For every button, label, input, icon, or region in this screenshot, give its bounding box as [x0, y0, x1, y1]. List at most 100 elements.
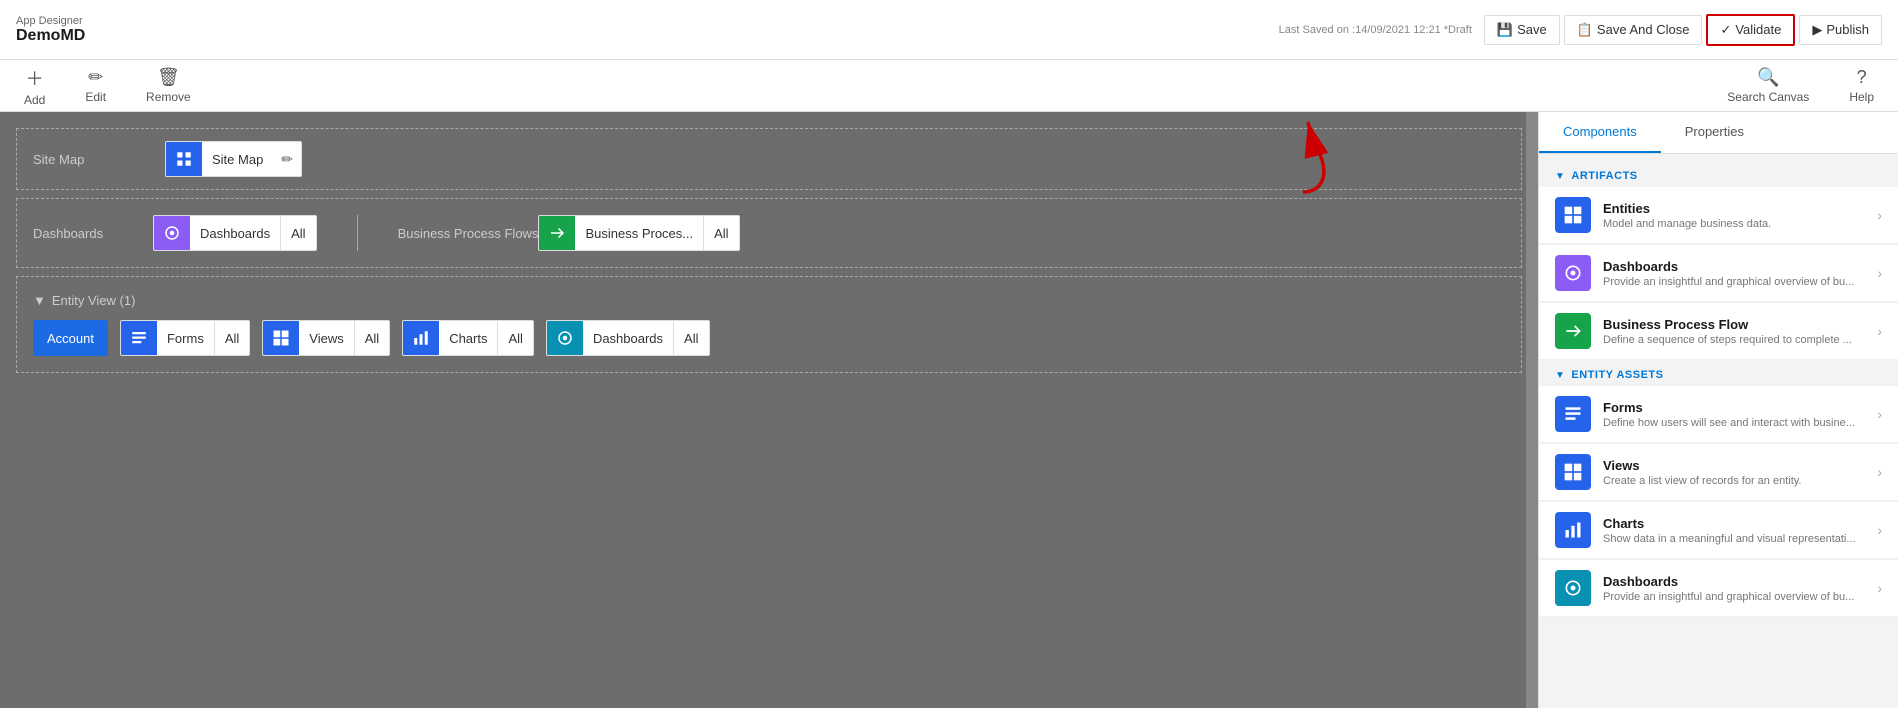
section-divider — [357, 215, 358, 251]
panel-item-forms[interactable]: Forms Define how users will see and inte… — [1539, 386, 1898, 443]
tab-properties[interactable]: Properties — [1661, 112, 1768, 153]
bpf-icon — [539, 215, 575, 251]
panel-item-dashboards[interactable]: Dashboards Provide an insightful and gra… — [1539, 245, 1898, 302]
last-saved-text: Last Saved on :14/09/2021 12:21 *Draft — [1279, 24, 1472, 36]
panel-bpf-chevron-icon: › — [1877, 323, 1882, 339]
views-icon — [263, 320, 299, 356]
toolbar: ＋ Add ✏ Edit 🗑 Remove 🔍 Search Canvas ? … — [0, 60, 1898, 112]
remove-icon: 🗑 — [157, 67, 180, 88]
entity-view-label: Entity View (1) — [52, 293, 136, 308]
panel-views-text: Views Create a list view of records for … — [1603, 458, 1865, 487]
entity-assets-header: ▼ ENTITY ASSETS — [1539, 361, 1898, 385]
panel-views-title: Views — [1603, 458, 1865, 473]
dashboards-icon — [154, 215, 190, 251]
canvas[interactable]: Site Map Site Map ✏ Dashboards — [0, 112, 1538, 708]
bpf-all[interactable]: All — [704, 226, 738, 241]
site-map-edit-icon[interactable]: ✏ — [273, 151, 301, 168]
canvas-scrollbar[interactable] — [1526, 112, 1538, 708]
top-bar: App Designer DemoMD Last Saved on :14/09… — [0, 0, 1898, 60]
views-block[interactable]: Views All — [262, 320, 390, 356]
panel-item-views[interactable]: Views Create a list view of records for … — [1539, 444, 1898, 501]
search-icon: 🔍 — [1757, 67, 1779, 88]
panel-forms-text: Forms Define how users will see and inte… — [1603, 400, 1865, 429]
charts-label: Charts — [439, 331, 497, 346]
tab-components[interactable]: Components — [1539, 112, 1661, 153]
entity-dashboards-label: Dashboards — [583, 331, 673, 346]
panel-entity-dashboards-desc: Provide an insightful and graphical over… — [1603, 591, 1865, 603]
panel-dashboards-text: Dashboards Provide an insightful and gra… — [1603, 259, 1865, 288]
save-close-icon: 📋 — [1577, 22, 1593, 38]
entity-view-row: Account Forms All Views — [33, 320, 1505, 356]
entity-dashboards-all[interactable]: All — [674, 331, 708, 346]
entities-icon — [1555, 197, 1591, 233]
panel-views-desc: Create a list view of records for an ent… — [1603, 475, 1865, 487]
edit-button[interactable]: ✏ Edit — [77, 63, 114, 108]
app-name: DemoMD — [16, 27, 85, 45]
panel-bpf-text: Business Process Flow Define a sequence … — [1603, 317, 1865, 346]
panel-item-entities[interactable]: Entities Model and manage business data.… — [1539, 187, 1898, 244]
bpf-block[interactable]: Business Proces... All — [538, 215, 739, 251]
panel-item-charts[interactable]: Charts Show data in a meaningful and vis… — [1539, 502, 1898, 559]
toolbar-left: ＋ Add ✏ Edit 🗑 Remove — [16, 61, 199, 111]
dashboards-bpf-section: Dashboards Dashboards All Business Proce… — [16, 198, 1522, 268]
forms-all[interactable]: All — [215, 331, 249, 346]
forms-block[interactable]: Forms All — [120, 320, 250, 356]
canvas-content: Site Map Site Map ✏ Dashboards — [0, 112, 1538, 708]
entity-view-section: ▼ Entity View (1) Account Forms All — [16, 276, 1522, 373]
panel-charts-chevron-icon: › — [1877, 522, 1882, 538]
panel-charts-title: Charts — [1603, 516, 1865, 531]
validate-button[interactable]: ✓ Validate — [1706, 14, 1795, 46]
panel-views-icon — [1555, 454, 1591, 490]
panel-entity-dashboards-text: Dashboards Provide an insightful and gra… — [1603, 574, 1865, 603]
views-all[interactable]: All — [355, 331, 389, 346]
add-icon: ＋ — [26, 65, 44, 91]
right-panel: Components Properties ▼ ARTIFACTS Entiti… — [1538, 112, 1898, 708]
artifacts-header: ▼ ARTIFACTS — [1539, 162, 1898, 186]
forms-label: Forms — [157, 331, 214, 346]
panel-forms-desc: Define how users will see and interact w… — [1603, 417, 1865, 429]
entities-desc: Model and manage business data. — [1603, 218, 1865, 230]
panel-item-entity-dashboards[interactable]: Dashboards Provide an insightful and gra… — [1539, 560, 1898, 617]
help-icon: ? — [1857, 67, 1867, 88]
save-button[interactable]: 💾 Save — [1484, 15, 1560, 45]
panel-bpf-desc: Define a sequence of steps required to c… — [1603, 334, 1865, 346]
bpf-section-label: Business Process Flows — [398, 226, 539, 241]
entity-dashboards-icon — [547, 320, 583, 356]
remove-button[interactable]: 🗑 Remove — [138, 63, 199, 108]
panel-forms-title: Forms — [1603, 400, 1865, 415]
panel-item-bpf[interactable]: Business Process Flow Define a sequence … — [1539, 303, 1898, 360]
charts-all[interactable]: All — [498, 331, 532, 346]
save-icon: 💾 — [1497, 22, 1513, 38]
panel-tabs: Components Properties — [1539, 112, 1898, 154]
site-map-block[interactable]: Site Map ✏ — [165, 141, 302, 177]
artifacts-chevron-icon: ▼ — [1555, 171, 1565, 182]
add-button[interactable]: ＋ Add — [16, 61, 53, 111]
entities-text: Entities Model and manage business data. — [1603, 201, 1865, 230]
search-canvas-button[interactable]: 🔍 Search Canvas — [1719, 63, 1817, 108]
panel-entity-dashboards-chevron-icon: › — [1877, 580, 1882, 596]
forms-icon — [121, 320, 157, 356]
dashboards-block[interactable]: Dashboards All — [153, 215, 317, 251]
save-and-close-button[interactable]: 📋 Save And Close — [1564, 15, 1703, 45]
help-button[interactable]: ? Help — [1841, 63, 1882, 108]
publish-button[interactable]: ▶ Publish — [1799, 15, 1882, 45]
entity-assets-chevron-icon: ▼ — [1555, 370, 1565, 381]
site-map-label: Site Map — [33, 152, 153, 167]
views-label: Views — [299, 331, 353, 346]
panel-dashboards-icon — [1555, 255, 1591, 291]
app-designer-label: App Designer — [16, 15, 85, 27]
entity-view-chevron-icon: ▼ — [33, 293, 46, 308]
charts-icon — [403, 320, 439, 356]
publish-icon: ▶ — [1812, 22, 1822, 38]
account-badge[interactable]: Account — [33, 320, 108, 356]
panel-dashboards-desc: Provide an insightful and graphical over… — [1603, 276, 1865, 288]
dashboards-label: Dashboards — [190, 226, 280, 241]
panel-charts-icon — [1555, 512, 1591, 548]
toolbar-right: 🔍 Search Canvas ? Help — [1719, 63, 1882, 108]
entities-chevron-icon: › — [1877, 207, 1882, 223]
entity-dashboards-block[interactable]: Dashboards All — [546, 320, 710, 356]
bpf-content: Business Proces... All — [538, 215, 739, 251]
panel-forms-icon — [1555, 396, 1591, 432]
charts-block[interactable]: Charts All — [402, 320, 534, 356]
dashboards-all[interactable]: All — [281, 226, 315, 241]
